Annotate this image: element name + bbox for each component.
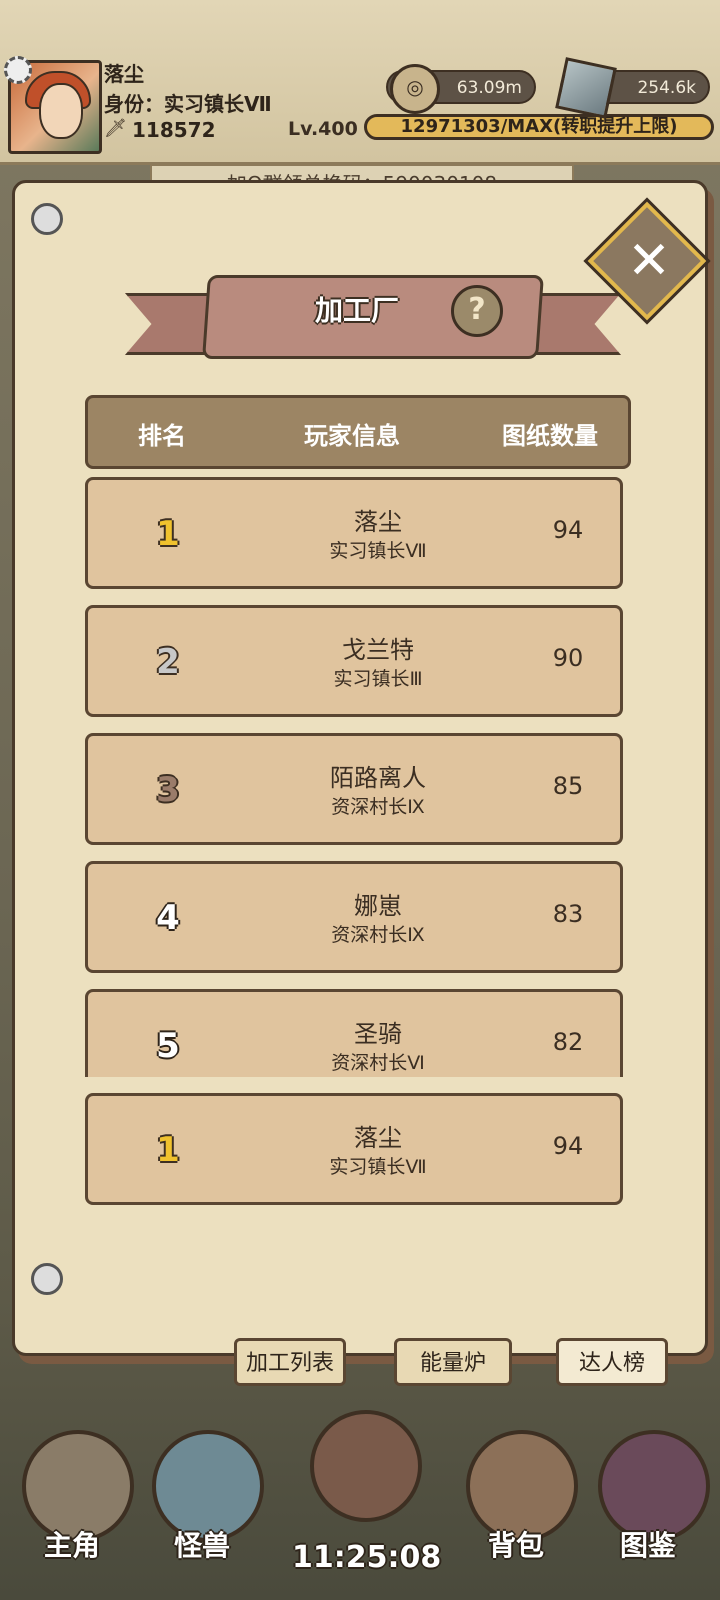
house-icon: [310, 1410, 422, 1522]
pin-icon: [31, 203, 63, 235]
nav-backpack-label: 背包: [487, 1529, 544, 1562]
bronze-medal-icon: 3: [156, 770, 180, 810]
row-count: 82: [552, 1028, 584, 1056]
nav-codex[interactable]: 图鉴: [588, 1420, 710, 1570]
nav-hero[interactable]: 主角: [12, 1420, 134, 1570]
top-bar: 落尘 身份：实习镇长Ⅶ 🗡 118572 Lv.400 12971303/MAX…: [0, 0, 720, 165]
row-player-title: 实习镇长Ⅶ: [329, 1156, 427, 1178]
row-rank: 4: [156, 898, 180, 938]
clock: 11:25:08: [292, 1540, 442, 1575]
tab-leaderboard[interactable]: 达人榜: [556, 1338, 668, 1386]
row-player-title: 实习镇长Ⅶ: [329, 540, 427, 562]
column-blueprint-count: 图纸数量: [502, 422, 598, 450]
gem-icon: [555, 57, 617, 119]
close-icon[interactable]: ✕: [611, 223, 687, 299]
player-level: Lv.400: [288, 118, 358, 140]
table-row[interactable]: 3 陌路离人 资深村长Ⅸ 85: [85, 733, 623, 845]
ranking-list[interactable]: 1 落尘 实习镇长Ⅶ 94 2 戈兰特 实习镇长Ⅲ 90 3 陌路离人 资深村长…: [83, 477, 631, 1077]
row-player-title: 资深村长Ⅸ: [331, 796, 425, 818]
help-icon[interactable]: ?: [451, 285, 503, 337]
gold-medal-icon: 1: [156, 1130, 180, 1170]
row-count: 94: [552, 1132, 584, 1160]
panel-title: 加工厂: [315, 294, 400, 327]
row-player-title: 实习镇长Ⅲ: [333, 668, 423, 690]
gold-medal-icon: 1: [156, 514, 180, 554]
silver-medal-icon: 2: [156, 642, 180, 682]
nav-codex-label: 图鉴: [619, 1529, 676, 1562]
nav-hero-label: 主角: [43, 1529, 100, 1562]
row-player-name: 戈兰特: [342, 636, 414, 664]
nav-home[interactable]: [300, 1400, 422, 1550]
row-count: 83: [552, 900, 584, 928]
row-count: 94: [552, 516, 584, 544]
tab-processing-list[interactable]: 加工列表: [234, 1338, 346, 1386]
row-player-title: 资深村长Ⅸ: [331, 924, 425, 946]
sword-icon: 🗡: [104, 118, 127, 139]
row-player-title: 资深村长Ⅵ: [331, 1052, 425, 1074]
table-header: 排名 玩家信息 图纸数量: [85, 395, 631, 469]
tab-energy-furnace[interactable]: 能量炉: [394, 1338, 512, 1386]
row-player-name: 圣骑: [354, 1020, 402, 1048]
column-rank: 排名: [138, 422, 186, 450]
row-player-name: 落尘: [354, 1124, 402, 1152]
avatar-face: [39, 83, 83, 139]
player-identity: 身份：实习镇长Ⅶ: [104, 92, 272, 116]
table-row[interactable]: 2 戈兰特 实习镇长Ⅲ 90: [85, 605, 623, 717]
row-count: 90: [552, 644, 584, 672]
nav-monsters-label: 怪兽: [173, 1529, 230, 1562]
row-count: 85: [552, 772, 584, 800]
table-row[interactable]: 5 圣骑 资深村长Ⅵ 82: [85, 989, 623, 1077]
player-name: 落尘: [104, 62, 144, 86]
row-rank: 5: [156, 1026, 180, 1066]
my-rank-row: 1 落尘 实习镇长Ⅶ 94: [85, 1093, 623, 1205]
row-player-name: 落尘: [354, 508, 402, 536]
column-player-info: 玩家信息: [304, 422, 400, 450]
exp-bar: 12971303/MAX(转职提升上限): [364, 114, 714, 140]
factory-panel: 加工厂 ? ✕ 排名 玩家信息 图纸数量 1 落尘 实习镇长Ⅶ 94 2 戈兰特…: [12, 180, 711, 1356]
pin-icon: [31, 1263, 63, 1295]
table-row[interactable]: 1 落尘 实习镇长Ⅶ 94: [85, 477, 623, 589]
nav-monsters[interactable]: 怪兽: [142, 1420, 264, 1570]
coin-icon: ◎: [390, 64, 440, 114]
table-row[interactable]: 4 娜崽 资深村长Ⅸ 83: [85, 861, 623, 973]
row-player-name: 娜崽: [354, 892, 402, 920]
nav-backpack[interactable]: 背包: [456, 1420, 578, 1570]
combat-power: 118572: [132, 118, 216, 142]
settings-gear-icon[interactable]: [4, 56, 32, 84]
row-player-name: 陌路离人: [330, 764, 426, 792]
